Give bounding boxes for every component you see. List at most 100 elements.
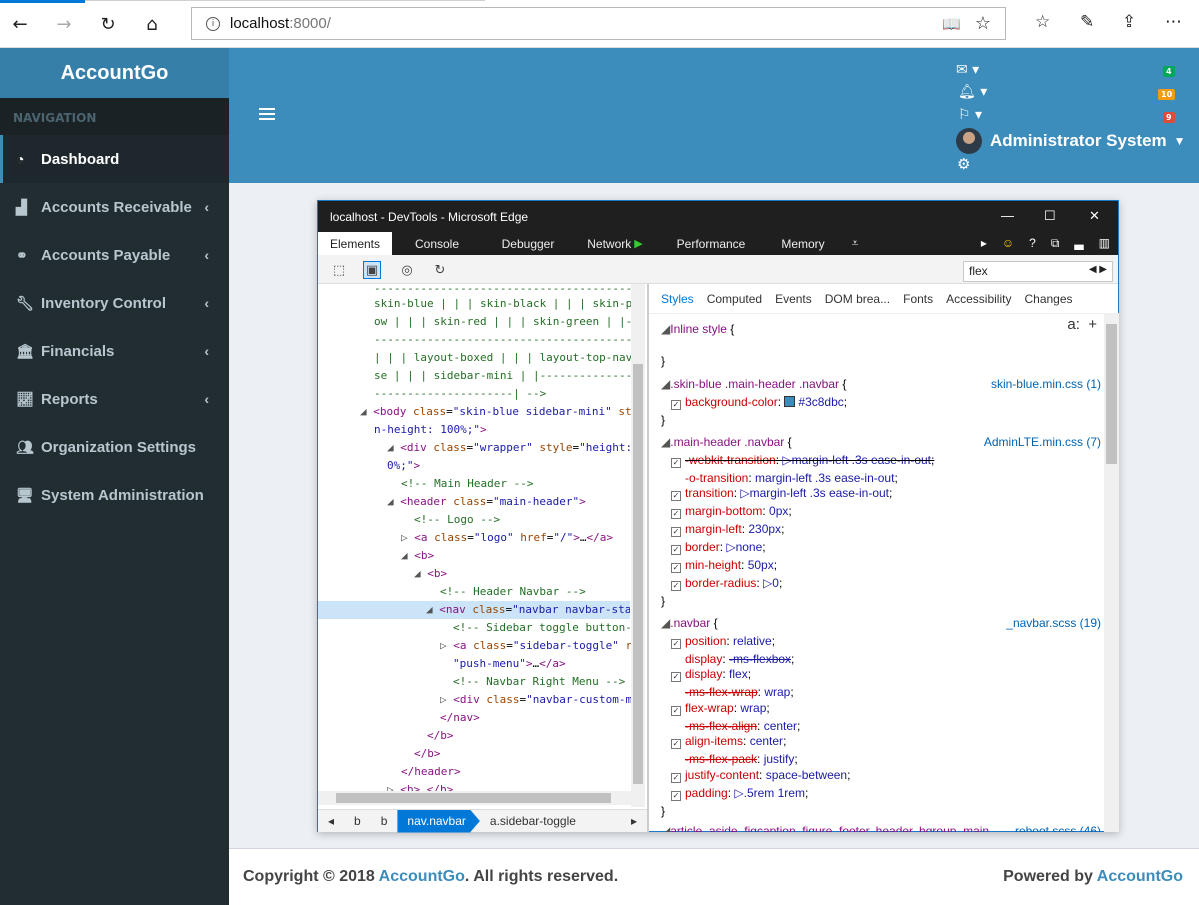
tab-changes[interactable]: Changes: [1024, 292, 1072, 306]
more-tabs-icon[interactable]: ⩡: [840, 232, 870, 255]
css-rule[interactable]: ◢.main-header .navbar { AdminLTE.min.css…: [661, 433, 1101, 451]
share-icon[interactable]: ⇪: [1122, 12, 1136, 32]
notifications-badge: 10: [1158, 89, 1176, 100]
bell-icon[interactable]: 🔔︎ ▾: [958, 84, 987, 100]
sidebar-item-reports[interactable]: 📈︎ Reports ‹: [0, 375, 229, 423]
breadcrumb-item[interactable]: a.sidebar-toggle: [480, 814, 586, 828]
address-bar[interactable]: i localhost:8000/ 📖 ☆: [191, 7, 1006, 40]
tab-events[interactable]: Events: [775, 292, 812, 306]
css-rule[interactable]: ◢article, aside, figcaption, figure, foo…: [661, 822, 1101, 832]
forward-icon[interactable]: →: [50, 10, 78, 38]
dom-node-b[interactable]: ◢ <b>: [414, 565, 647, 583]
bank-icon: 🏛︎: [16, 342, 34, 359]
dom-tree[interactable]: --------------------------------------- …: [318, 284, 647, 807]
css-source-link[interactable]: reboot.scss (46): [1015, 822, 1101, 832]
search-nav-arrows-icon[interactable]: ◀ ▶: [1089, 264, 1107, 275]
sidebar-item-financials[interactable]: 🏛︎ Financials ‹: [0, 327, 229, 375]
tab-elements[interactable]: Elements: [318, 232, 392, 255]
select-element-icon[interactable]: ⬚: [330, 261, 348, 279]
dom-vertical-scrollbar[interactable]: [631, 284, 645, 807]
highlight-elements-icon[interactable]: ▣: [363, 261, 381, 279]
tab-accessibility[interactable]: Accessibility: [946, 292, 1011, 306]
refresh-icon[interactable]: ↻: [94, 10, 122, 38]
desktop-icon: 🖥︎: [16, 486, 34, 503]
user-menu[interactable]: Administrator System ▼: [956, 128, 1186, 154]
breadcrumb-left-icon[interactable]: ◂: [318, 814, 344, 828]
flag-icon[interactable]: ⚐ ▾: [958, 107, 982, 123]
back-icon[interactable]: ←: [6, 10, 34, 38]
help-icon[interactable]: ?: [1029, 236, 1036, 251]
tab-debugger[interactable]: Debugger: [482, 232, 574, 255]
refresh-dom-icon[interactable]: ↻: [431, 261, 449, 279]
tab-console[interactable]: Console: [392, 232, 482, 255]
tab-computed[interactable]: Computed: [707, 292, 762, 306]
css-source-link[interactable]: skin-blue.min.css (1): [991, 375, 1101, 393]
sidebar-toggle-icon[interactable]: [259, 108, 275, 122]
inline-style-label: Inline style: [670, 322, 727, 336]
breadcrumb-item[interactable]: b: [344, 814, 371, 828]
dom-line: skin-blue | | | skin-black | | | skin-p: [374, 297, 633, 310]
tab-memory[interactable]: Memory: [766, 232, 840, 255]
styles-search-input[interactable]: flex ◀ ▶: [963, 261, 1113, 282]
sidebar-item-organization-settings[interactable]: 👥︎ Organization Settings: [0, 423, 229, 471]
console-drawer-icon[interactable]: ▸: [981, 236, 987, 251]
emulation-icon[interactable]: ⧉: [1051, 236, 1060, 251]
feedback-smiley-icon[interactable]: ☺: [1002, 236, 1014, 251]
color-picker-icon[interactable]: ◎: [398, 261, 416, 279]
add-rule-icon[interactable]: a: +: [1067, 316, 1097, 333]
browser-toolbar: ← → ↻ ⌂ i localhost:8000/ 📖 ☆ ☆ ✎ ⇪ ⋯: [0, 0, 1199, 48]
color-swatch[interactable]: [784, 396, 796, 407]
minimize-icon[interactable]: —: [1001, 208, 1014, 223]
pen-icon[interactable]: ✎: [1080, 12, 1094, 32]
more-icon[interactable]: ⋯: [1165, 12, 1182, 32]
favorite-star-icon[interactable]: ☆: [975, 13, 991, 34]
css-rule[interactable]: ◢.navbar { _navbar.scss (19): [661, 614, 1101, 632]
tab-styles[interactable]: Styles: [661, 292, 694, 306]
maximize-icon[interactable]: ☐: [1044, 208, 1056, 224]
powered-by-link[interactable]: AccountGo: [1097, 868, 1183, 885]
sidebar-item-label: System Administration: [41, 486, 204, 504]
tab-network[interactable]: Network ▶: [574, 232, 656, 255]
sidebar-item-system-administration[interactable]: 🖥︎ System Administration: [0, 471, 229, 519]
dom-node-logo[interactable]: ▷ <a class="logo" href="/">…</a>: [401, 529, 647, 547]
favorites-list-icon[interactable]: ☆: [1035, 12, 1050, 32]
record-icon: ▶: [634, 238, 643, 250]
sidebar-item-label: Accounts Receivable: [41, 198, 192, 216]
home-icon[interactable]: ⌂: [138, 10, 166, 38]
css-source-link[interactable]: _navbar.scss (19): [1006, 614, 1101, 632]
sidebar-item-dashboard[interactable]: ◔ Dashboard: [0, 135, 229, 183]
sidebar-item-label: Financials: [41, 342, 115, 360]
dom-node-body[interactable]: ◢ <body class="skin-blue sidebar-mini" s…: [360, 403, 647, 421]
dom-node-sidebar-toggle[interactable]: ▷ <a class="sidebar-toggle" r: [440, 637, 647, 655]
breadcrumb-right-icon[interactable]: ▸: [621, 814, 647, 828]
dom-node-header[interactable]: ◢ <header class="main-header">: [387, 493, 647, 511]
sidebar-item-inventory-control[interactable]: 🔧︎ Inventory Control ‹: [0, 279, 229, 327]
copyright-link[interactable]: AccountGo: [379, 868, 465, 885]
breadcrumb-item[interactable]: b: [371, 814, 398, 828]
dock-right-icon[interactable]: ▥: [1099, 236, 1110, 251]
brand-logo[interactable]: AccountGo: [0, 48, 229, 98]
dom-node-b[interactable]: ◢ <b>: [401, 547, 647, 565]
reading-view-icon[interactable]: 📖: [942, 15, 961, 33]
dock-bottom-icon[interactable]: ▃: [1074, 236, 1083, 251]
tab-fonts[interactable]: Fonts: [903, 292, 933, 306]
sidebar-item-accounts-receivable[interactable]: ▟ Accounts Receivable ‹: [0, 183, 229, 231]
sidebar-item-label: Inventory Control: [41, 294, 167, 312]
sidebar-item-accounts-payable[interactable]: ⚭ Accounts Payable ‹: [0, 231, 229, 279]
close-icon[interactable]: ✕: [1089, 208, 1100, 224]
css-rule[interactable]: ◢.skin-blue .main-header .navbar { skin-…: [661, 375, 1101, 393]
tab-dom-breakpoints[interactable]: DOM brea...: [825, 292, 890, 306]
sidebar: NAVIGATION ◔ Dashboard ▟ Accounts Receivab…: [0, 98, 229, 905]
dom-horizontal-scrollbar[interactable]: [318, 791, 631, 805]
styles-vertical-scrollbar[interactable]: [1104, 314, 1119, 832]
dom-node-nav-selected[interactable]: ◢ <nav class="navbar navbar-sta: [318, 601, 630, 619]
breadcrumb-item-current[interactable]: nav.navbar: [397, 809, 480, 833]
css-source-link[interactable]: AdminLTE.min.css (7): [984, 433, 1101, 451]
dom-node-wrapper[interactable]: ◢ <div class="wrapper" style="height: a: [387, 439, 647, 457]
messages-badge: 4: [1163, 66, 1175, 77]
tab-performance[interactable]: Performance: [656, 232, 766, 255]
envelope-icon[interactable]: ✉ ▾: [956, 62, 979, 78]
gears-icon[interactable]: ⚙: [957, 155, 970, 173]
dom-node-navbar-custom-menu[interactable]: ▷ <div class="navbar-custom-m: [440, 691, 647, 709]
site-info-icon[interactable]: i: [206, 16, 220, 31]
